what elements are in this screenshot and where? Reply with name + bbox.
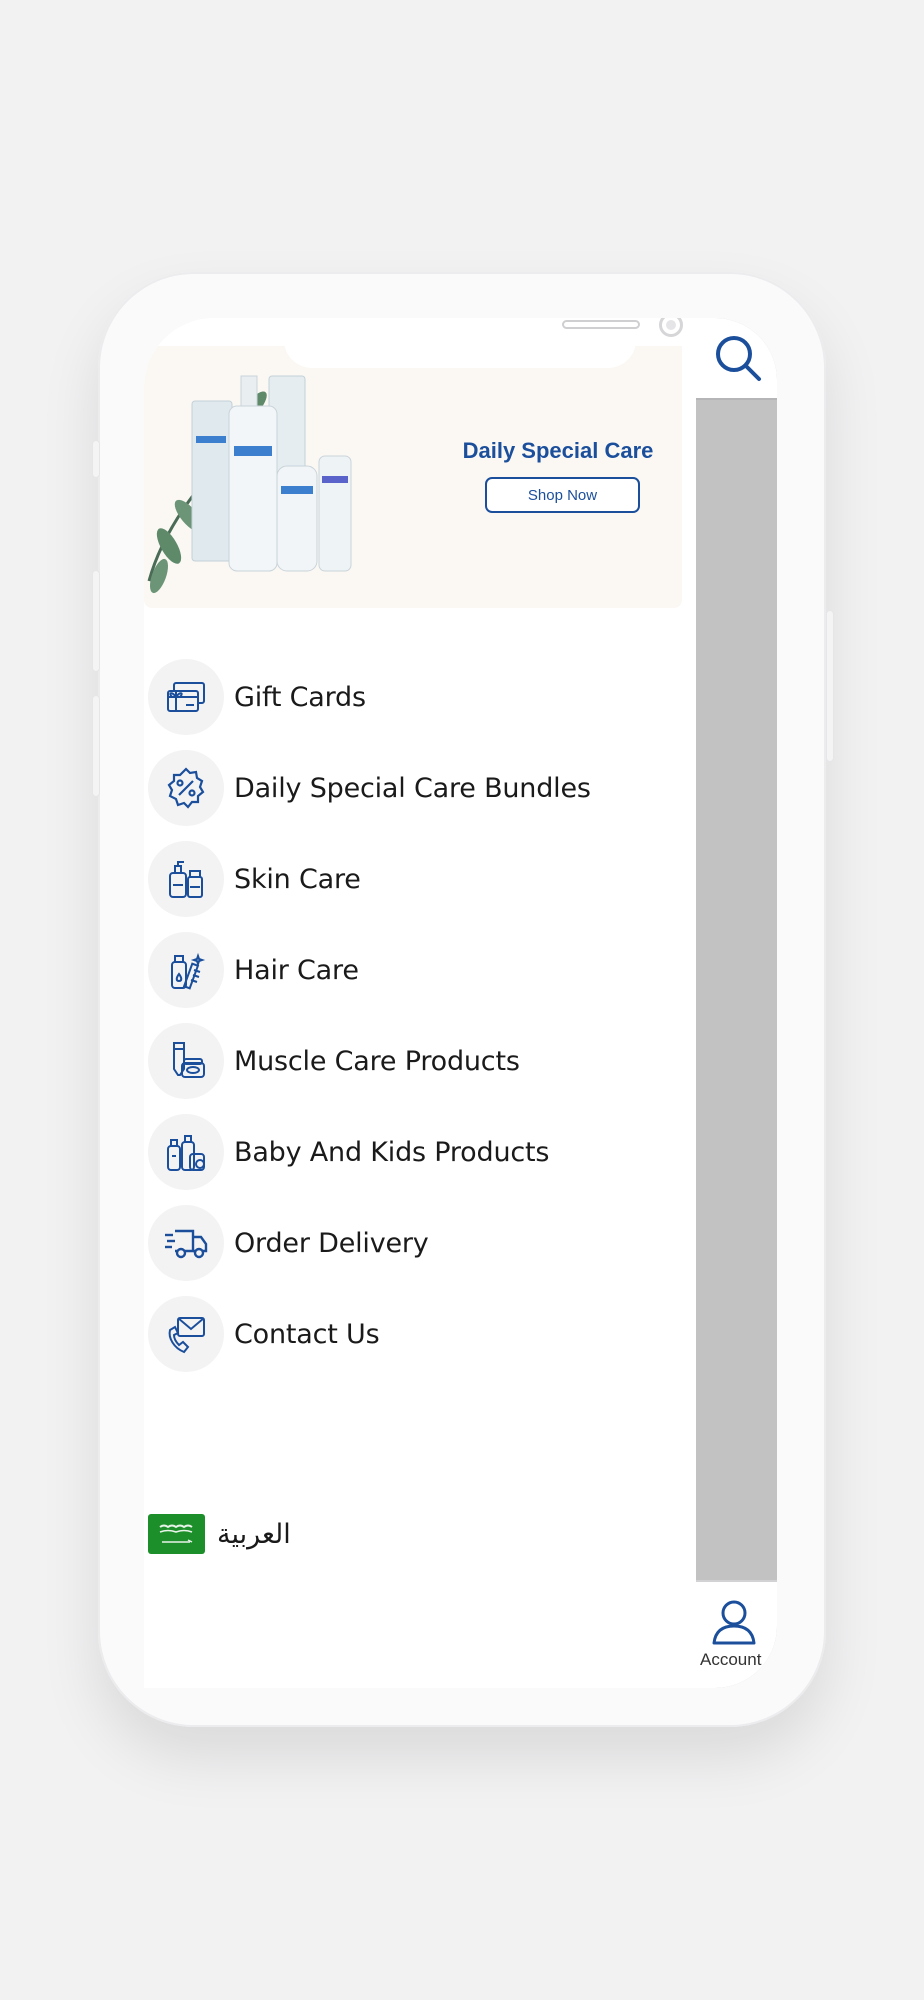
phone-side-button: [92, 440, 100, 478]
product-image: [147, 375, 352, 594]
menu-item-daily-special-care-bundles[interactable]: Daily Special Care Bundles: [148, 749, 688, 827]
contact-phone-envelope-icon: [148, 1296, 224, 1372]
menu-item-label: Baby And Kids Products: [234, 1136, 550, 1168]
menu-item-label: Daily Special Care Bundles: [234, 772, 591, 804]
background-header: [696, 318, 777, 400]
language-label[interactable]: العربية: [217, 1519, 291, 1550]
menu-item-label: Gift Cards: [234, 681, 366, 713]
shop-now-button[interactable]: Shop Now: [485, 477, 640, 513]
menu-item-label: Muscle Care Products: [234, 1045, 520, 1077]
menu-item-hair-care[interactable]: Hair Care: [148, 931, 688, 1009]
saudi-flag-icon: [148, 1514, 205, 1554]
gift-card-icon: [148, 659, 224, 735]
muscle-care-tube-icon: [148, 1023, 224, 1099]
menu-item-order-delivery[interactable]: Order Delivery: [148, 1204, 688, 1282]
menu-item-muscle-care-products[interactable]: Muscle Care Products: [148, 1022, 688, 1100]
promo-banner[interactable]: Daily Special Care Shop Now: [144, 346, 682, 608]
baby-products-icon: [148, 1114, 224, 1190]
phone-side-button: [92, 570, 100, 672]
side-drawer: Daily Special Care Shop Now Gift Cards D…: [144, 318, 696, 1688]
phone-side-button: [92, 695, 100, 797]
menu-item-skin-care[interactable]: Skin Care: [148, 840, 688, 918]
delivery-truck-icon: [148, 1205, 224, 1281]
search-icon[interactable]: [714, 334, 762, 382]
background-app[interactable]: Account: [696, 318, 777, 1688]
hair-care-comb-icon: [148, 932, 224, 1008]
menu-item-label: Skin Care: [234, 863, 361, 895]
account-icon[interactable]: [710, 1598, 758, 1646]
menu-item-baby-and-kids-products[interactable]: Baby And Kids Products: [148, 1113, 688, 1191]
menu-item-gift-cards[interactable]: Gift Cards: [148, 658, 688, 736]
phone-screen: Account Daily Special Care Shop Now Gift…: [144, 318, 777, 1688]
background-tab-bar: Account: [696, 1580, 777, 1688]
phone-power-button: [826, 610, 834, 762]
skin-care-bottles-icon: [148, 841, 224, 917]
menu-item-label: Hair Care: [234, 954, 359, 986]
language-switch[interactable]: العربية: [148, 1514, 291, 1554]
menu-item-label: Order Delivery: [234, 1227, 429, 1259]
percent-badge-icon: [148, 750, 224, 826]
menu-item-label: Contact Us: [234, 1318, 380, 1350]
account-tab-label[interactable]: Account: [700, 1650, 761, 1670]
front-camera: [659, 318, 683, 337]
banner-title: Daily Special Care: [462, 438, 654, 463]
menu-item-contact-us[interactable]: Contact Us: [148, 1295, 688, 1373]
speaker-grille: [562, 320, 640, 329]
phone-notch: [284, 318, 683, 368]
